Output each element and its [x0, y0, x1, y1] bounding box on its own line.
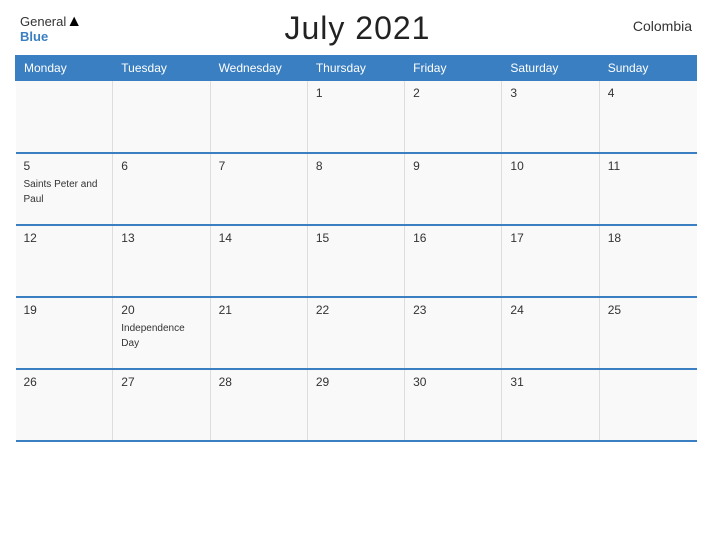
- calendar-cell: 10: [502, 153, 599, 225]
- day-number: 23: [413, 303, 493, 317]
- calendar-cell: 30: [405, 369, 502, 441]
- calendar-cell: [210, 81, 307, 153]
- calendar-cell: 6: [113, 153, 210, 225]
- calendar-cell: [16, 81, 113, 153]
- day-event: Saints Peter and Paul: [24, 179, 98, 205]
- calendar-cell: 20 Independence Day: [113, 297, 210, 369]
- col-monday: Monday: [16, 56, 113, 81]
- day-number: 27: [121, 375, 201, 389]
- calendar-cell: 4: [599, 81, 696, 153]
- logo: General▲ Blue: [20, 14, 82, 43]
- calendar-page: General▲ Blue July 2021 Colombia Monday …: [0, 0, 712, 550]
- calendar-header-row: Monday Tuesday Wednesday Thursday Friday…: [16, 56, 697, 81]
- calendar-cell: 27: [113, 369, 210, 441]
- calendar-cell: 29: [307, 369, 404, 441]
- day-number: 18: [608, 231, 689, 245]
- calendar-cell: 31: [502, 369, 599, 441]
- day-number: 19: [24, 303, 105, 317]
- col-tuesday: Tuesday: [113, 56, 210, 81]
- col-sunday: Sunday: [599, 56, 696, 81]
- calendar-cell: 3: [502, 81, 599, 153]
- day-number: 25: [608, 303, 689, 317]
- day-number: 2: [413, 86, 493, 100]
- calendar-week-row: 5 Saints Peter and Paul 6 7 8 9 10 11: [16, 153, 697, 225]
- day-number: 6: [121, 159, 201, 173]
- calendar-week-row: 19 20 Independence Day 21 22 23 24 25: [16, 297, 697, 369]
- calendar-week-row: 1 2 3 4: [16, 81, 697, 153]
- calendar-cell: 26: [16, 369, 113, 441]
- day-number: 31: [510, 375, 590, 389]
- day-number: 11: [608, 159, 689, 173]
- calendar-title: July 2021: [284, 10, 430, 47]
- calendar-cell: 7: [210, 153, 307, 225]
- calendar-cell: 14: [210, 225, 307, 297]
- day-number: 24: [510, 303, 590, 317]
- day-number: 3: [510, 86, 590, 100]
- calendar-cell: 13: [113, 225, 210, 297]
- day-number: 7: [219, 159, 299, 173]
- day-number: 9: [413, 159, 493, 173]
- calendar-cell: [113, 81, 210, 153]
- day-number: 13: [121, 231, 201, 245]
- day-number: 16: [413, 231, 493, 245]
- calendar-cell: 17: [502, 225, 599, 297]
- day-number: 30: [413, 375, 493, 389]
- calendar-cell: 2: [405, 81, 502, 153]
- day-number: 15: [316, 231, 396, 245]
- col-friday: Friday: [405, 56, 502, 81]
- day-number: 12: [24, 231, 105, 245]
- calendar-cell: 5 Saints Peter and Paul: [16, 153, 113, 225]
- logo-blue: Blue: [20, 30, 82, 43]
- day-number: 20: [121, 303, 201, 317]
- day-number: 1: [316, 86, 396, 100]
- day-number: 21: [219, 303, 299, 317]
- day-number: 28: [219, 375, 299, 389]
- calendar-cell: 11: [599, 153, 696, 225]
- day-number: 26: [24, 375, 105, 389]
- country-label: Colombia: [633, 10, 692, 34]
- calendar-cell: 9: [405, 153, 502, 225]
- col-saturday: Saturday: [502, 56, 599, 81]
- calendar-week-row: 12 13 14 15 16 17 18: [16, 225, 697, 297]
- calendar-cell: 19: [16, 297, 113, 369]
- calendar-cell: 18: [599, 225, 696, 297]
- col-thursday: Thursday: [307, 56, 404, 81]
- day-number: 29: [316, 375, 396, 389]
- day-number: 8: [316, 159, 396, 173]
- calendar-cell: 16: [405, 225, 502, 297]
- logo-general: General▲: [20, 14, 82, 30]
- calendar-cell: 15: [307, 225, 404, 297]
- day-number: 22: [316, 303, 396, 317]
- header: General▲ Blue July 2021 Colombia: [15, 10, 697, 47]
- col-wednesday: Wednesday: [210, 56, 307, 81]
- day-number: 17: [510, 231, 590, 245]
- day-number: 14: [219, 231, 299, 245]
- calendar-cell: 24: [502, 297, 599, 369]
- day-event: Independence Day: [121, 323, 184, 349]
- calendar-cell: [599, 369, 696, 441]
- calendar-cell: 1: [307, 81, 404, 153]
- calendar-week-row: 26 27 28 29 30 31: [16, 369, 697, 441]
- day-number: 10: [510, 159, 590, 173]
- day-number: 5: [24, 159, 105, 173]
- calendar-cell: 8: [307, 153, 404, 225]
- calendar-cell: 12: [16, 225, 113, 297]
- day-number: 4: [608, 86, 689, 100]
- calendar-cell: 21: [210, 297, 307, 369]
- calendar-cell: 22: [307, 297, 404, 369]
- calendar-table: Monday Tuesday Wednesday Thursday Friday…: [15, 55, 697, 442]
- calendar-cell: 23: [405, 297, 502, 369]
- calendar-cell: 25: [599, 297, 696, 369]
- calendar-cell: 28: [210, 369, 307, 441]
